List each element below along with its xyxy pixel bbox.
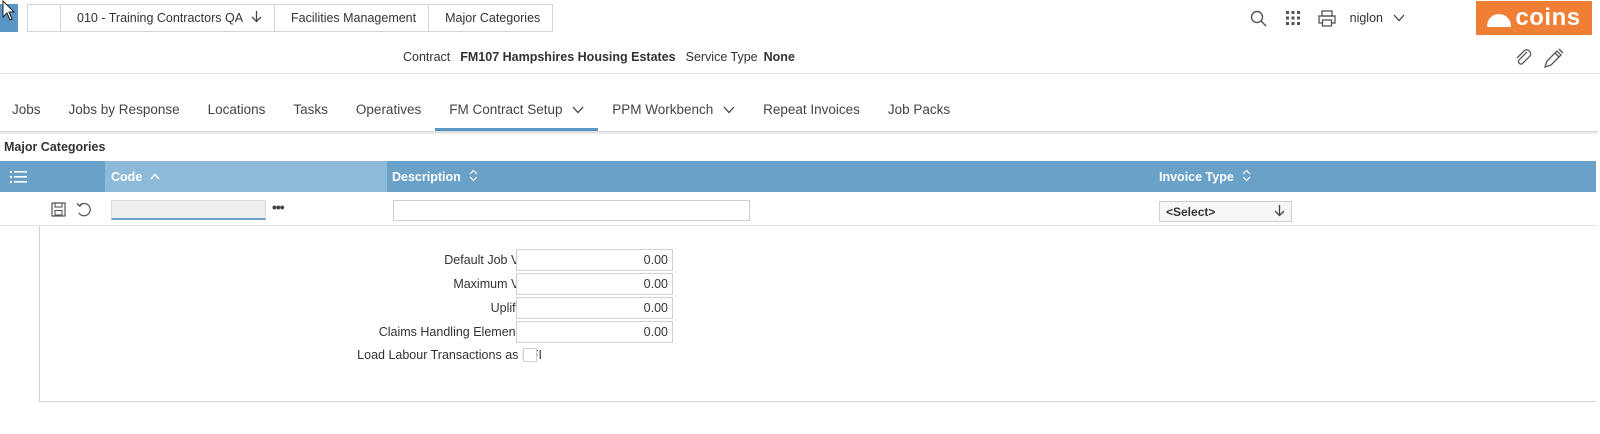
invoice-type-select[interactable]: <Select> <box>1159 201 1292 222</box>
code-input[interactable] <box>111 200 266 220</box>
coins-logo: coins <box>1476 1 1592 35</box>
breadcrumb-company-label: 010 - Training Contractors QA <box>77 11 244 25</box>
tab-label: Repeat Invoices <box>763 102 860 117</box>
tab-label: Tasks <box>293 102 328 117</box>
detail-panel: Default Job Value 0.00 Maximum Value 0.0… <box>39 226 1596 402</box>
uplift-field: Uplift (%) 0.00 <box>40 297 680 319</box>
top-bar: 010 - Training Contractors QA Facilities… <box>0 0 1600 36</box>
tab-label: Operatives <box>355 102 422 117</box>
undo-icon[interactable] <box>75 200 93 218</box>
breadcrumb-home[interactable] <box>27 4 61 32</box>
column-label: Invoice Type <box>1159 169 1234 184</box>
sort-icon <box>469 169 478 185</box>
column-label: Description <box>392 169 461 184</box>
load-labour-rfi-field: Load Labour Transactions as RFI <box>40 344 680 366</box>
table-row: ••• <Select> <box>0 192 1596 226</box>
sort-icon <box>1242 169 1251 185</box>
user-menu[interactable]: niglon <box>1350 11 1405 25</box>
apps-grid-icon[interactable] <box>1276 6 1310 30</box>
edit-icon[interactable] <box>1542 48 1564 73</box>
claims-handling-input[interactable]: 0.00 <box>516 321 673 343</box>
tab-ppm-workbench[interactable]: PPM Workbench <box>598 95 749 131</box>
default-job-value-field: Default Job Value 0.00 <box>40 249 680 271</box>
chevron-down-icon <box>572 103 584 117</box>
tabs-shadow <box>0 131 1598 135</box>
chevron-down-icon <box>723 103 735 117</box>
page-title: Major Categories <box>4 140 106 154</box>
breadcrumb-page[interactable]: Major Categories <box>428 4 554 32</box>
grid-header: Code Description Invoice Type <box>0 161 1596 192</box>
sort-ascending-icon <box>150 171 160 183</box>
tab-fm-contract-setup[interactable]: FM Contract Setup <box>435 95 599 131</box>
tab-label: Locations <box>207 102 266 117</box>
field-label: Load Labour Transactions as RFI <box>357 348 542 362</box>
tab-label: PPM Workbench <box>612 102 714 117</box>
search-icon[interactable] <box>1242 6 1276 30</box>
maximum-value-field: Maximum Value 0.00 <box>40 273 680 295</box>
service-type-label: Service Type <box>685 50 758 64</box>
attachment-icon[interactable] <box>1514 48 1534 73</box>
column-menu-icon[interactable] <box>0 161 105 192</box>
column-header-description[interactable]: Description <box>387 161 478 192</box>
chevron-down-icon <box>1393 11 1405 25</box>
user-name: niglon <box>1349 11 1383 25</box>
lookup-ellipsis-icon[interactable]: ••• <box>272 199 285 215</box>
contract-info: Contract FM107 Hampshires Housing Estate… <box>403 50 795 64</box>
contract-value: FM107 Hampshires Housing Estates <box>460 50 676 64</box>
arrow-down-icon[interactable] <box>251 10 262 26</box>
contract-label: Contract <box>403 50 451 64</box>
mouse-cursor-icon <box>2 0 16 21</box>
tab-label: Jobs <box>12 102 41 117</box>
divider <box>0 73 1600 74</box>
default-job-value-input[interactable]: 0.00 <box>516 249 673 271</box>
page-tools <box>1514 48 1564 73</box>
tab-locations[interactable]: Locations <box>194 95 280 131</box>
tab-tasks[interactable]: Tasks <box>279 95 342 131</box>
column-label: Code <box>111 169 143 184</box>
toolbar-icons: niglon <box>1242 6 1405 30</box>
nav-tabs: Jobs Jobs by Response Locations Tasks Op… <box>0 95 964 131</box>
load-labour-rfi-checkbox[interactable] <box>523 348 537 362</box>
invoice-type-value: <Select> <box>1166 204 1216 219</box>
tab-jobs-by-response[interactable]: Jobs by Response <box>55 95 194 131</box>
save-icon[interactable] <box>49 200 67 218</box>
tab-operatives[interactable]: Operatives <box>342 95 435 131</box>
uplift-input[interactable]: 0.00 <box>516 297 673 319</box>
column-header-code[interactable]: Code <box>105 161 387 192</box>
tab-repeat-invoices[interactable]: Repeat Invoices <box>749 95 874 131</box>
tab-label: Jobs by Response <box>68 102 180 117</box>
breadcrumb-module[interactable]: Facilities Management <box>274 4 430 32</box>
tab-label: Job Packs <box>887 102 951 117</box>
logo-text: coins <box>1515 4 1581 31</box>
column-header-invoice-type[interactable]: Invoice Type <box>1155 161 1251 192</box>
breadcrumb: 010 - Training Contractors QA Facilities… <box>27 4 554 32</box>
maximum-value-input[interactable]: 0.00 <box>516 273 673 295</box>
tab-label: FM Contract Setup <box>449 102 563 117</box>
breadcrumb-page-label: Major Categories <box>445 11 541 25</box>
description-input[interactable] <box>393 200 750 221</box>
breadcrumb-company[interactable]: 010 - Training Contractors QA <box>60 4 276 32</box>
hard-hat-icon <box>1487 13 1512 27</box>
breadcrumb-module-label: Facilities Management <box>291 11 417 25</box>
service-type-value: None <box>763 50 795 64</box>
print-icon[interactable] <box>1310 6 1344 30</box>
arrow-down-icon <box>1274 204 1285 220</box>
tab-jobs[interactable]: Jobs <box>0 95 55 131</box>
claims-handling-field: Claims Handling Element (%) 0.00 <box>40 321 680 343</box>
tab-job-packs[interactable]: Job Packs <box>874 95 964 131</box>
